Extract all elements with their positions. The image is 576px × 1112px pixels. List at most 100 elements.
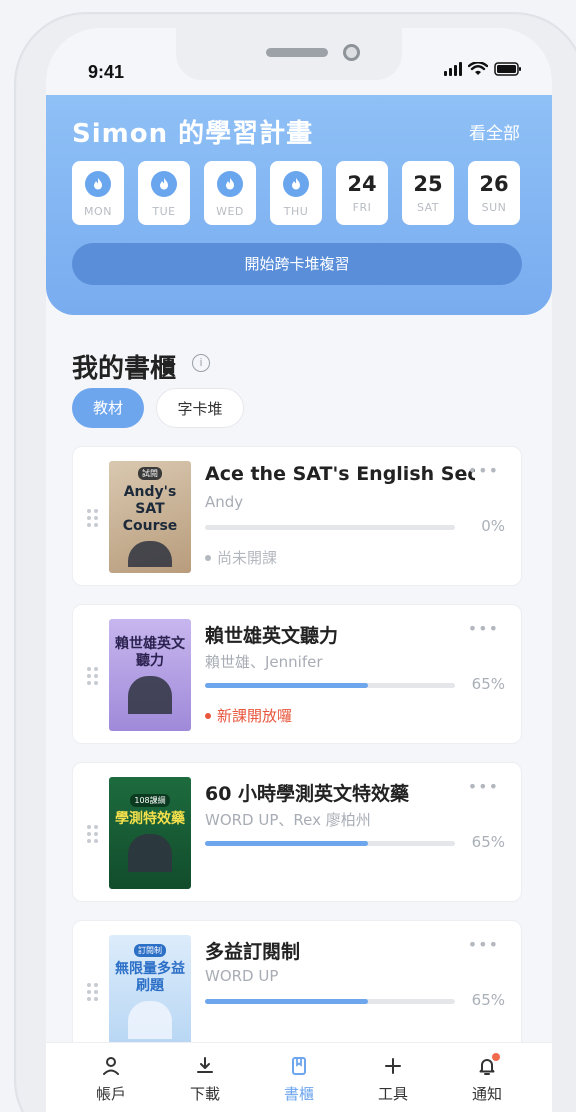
book-cover: 試閱 Andy's SAT Course [109, 461, 191, 573]
tab-textbooks[interactable]: 教材 [72, 388, 144, 428]
book-title: 多益訂閱制 [205, 941, 301, 963]
cover-photo [128, 541, 172, 567]
cover-badge: 訂閱制 [134, 943, 166, 957]
flame-icon [151, 171, 177, 197]
nav-item-bell[interactable]: 通知 [452, 1053, 522, 1112]
drag-handle-icon[interactable] [87, 667, 98, 685]
nav-label: 工具 [377, 1085, 408, 1103]
day-label: MON [84, 205, 112, 218]
day-label: THU [283, 205, 309, 218]
progress-fill [205, 999, 368, 1004]
nav-item-bookshelf[interactable]: 書櫃 [264, 1055, 334, 1112]
plus-icon [382, 1055, 404, 1077]
progress-percent: 65% [471, 991, 505, 1009]
more-options-icon[interactable]: ••• [468, 619, 499, 638]
status-time: 9:41 [88, 62, 125, 82]
nav-label: 通知 [471, 1085, 502, 1103]
book-card[interactable]: 試閱 Andy's SAT Course Ace the SAT's English… [72, 446, 522, 586]
cover-badge: 108課綱 [130, 794, 170, 807]
wifi-icon [468, 62, 488, 75]
cover-title: 學測特效藥 [115, 811, 185, 827]
day-date: 24 [347, 172, 377, 196]
camera-icon [343, 44, 360, 61]
progress-bar [205, 999, 455, 1004]
progress-fill [205, 841, 368, 846]
course-status: 新課開放囉 [205, 705, 292, 726]
user-icon [100, 1055, 122, 1077]
cover-photo [128, 1000, 172, 1039]
book-title: Ace the SAT's English Sec... [205, 463, 475, 485]
book-author: 賴世雄、Jennifer [205, 653, 323, 671]
book-cover: 賴世雄英文聽力 [109, 619, 191, 731]
book-title: 賴世雄英文聽力 [205, 625, 339, 647]
day-thu[interactable]: THU [270, 161, 322, 225]
day-sun[interactable]: 26 SUN [468, 161, 520, 225]
more-options-icon[interactable]: ••• [468, 461, 499, 480]
bottom-nav: 帳戶 下載 書櫃 工具 通知 [46, 1042, 552, 1112]
drag-handle-icon[interactable] [87, 509, 98, 527]
progress-bar [205, 683, 455, 688]
plan-title: Simon 的學習計畫 [72, 119, 314, 149]
bookshelf-title: 我的書櫃 [72, 354, 177, 384]
status-text: 尚未開課 [217, 549, 278, 567]
nav-item-download[interactable]: 下載 [170, 1055, 240, 1112]
book-cover: 108課綱學測特效藥 [109, 777, 191, 889]
day-fri[interactable]: 24 FRI [336, 161, 388, 225]
cover-title: Andy's SAT Course [122, 484, 178, 534]
progress-percent: 0% [481, 517, 505, 535]
bookshelf-icon [288, 1055, 310, 1077]
cover-title: 賴世雄英文聽力 [115, 636, 185, 669]
flame-icon [283, 171, 309, 197]
battery-icon [494, 62, 521, 76]
more-options-icon[interactable]: ••• [468, 935, 499, 954]
book-card[interactable]: 訂閱制無限量多益刷題 多益訂閱制 WORD UP ••• 65% [72, 920, 522, 1060]
book-author: WORD UP、Rex 廖柏州 [205, 811, 371, 829]
speaker-grille [266, 48, 328, 57]
nav-label: 下載 [189, 1085, 220, 1103]
day-label: TUE [152, 205, 176, 218]
see-all-link[interactable]: 看全部 [469, 119, 520, 144]
course-status: 尚未開課 [205, 547, 277, 568]
progress-bar [205, 525, 455, 530]
book-author: WORD UP [205, 967, 279, 985]
drag-handle-icon[interactable] [87, 983, 98, 1001]
nav-item-user[interactable]: 帳戶 [76, 1055, 146, 1112]
status-dot [205, 712, 211, 719]
start-review-button[interactable]: 開始跨卡堆複習 [72, 243, 522, 285]
day-sat[interactable]: 25 SAT [402, 161, 454, 225]
book-title: 60 小時學測英文特效藥 [205, 783, 410, 805]
flame-icon [85, 171, 111, 197]
book-card[interactable]: 108課綱學測特效藥 60 小時學測英文特效藥 WORD UP、Rex 廖柏州 •••… [72, 762, 522, 902]
day-label: FRI [352, 201, 372, 214]
status-text: 新課開放囉 [217, 707, 293, 725]
day-date: 25 [413, 172, 443, 196]
book-author: Andy [205, 493, 244, 511]
cover-title: 無限量多益刷題 [115, 960, 185, 994]
drag-handle-icon[interactable] [87, 825, 98, 843]
info-icon[interactable]: i [192, 354, 210, 372]
nav-label: 書櫃 [283, 1085, 314, 1103]
cover-photo [128, 676, 172, 714]
week-days: MON TUE WED THU 24 FRI 25 SAT 26 SUN [72, 161, 520, 225]
nav-item-plus[interactable]: 工具 [358, 1055, 428, 1112]
book-card[interactable]: 賴世雄英文聽力 賴世雄英文聽力 賴世雄、Jennifer ••• 65% 新課開放囉 [72, 604, 522, 744]
study-plan-card: Simon 的學習計畫 看全部 MON TUE WED THU 24 FRI 25 SAT 26… [46, 95, 552, 315]
book-cover: 訂閱制無限量多益刷題 [109, 935, 191, 1047]
tab-flashcards[interactable]: 字卡堆 [156, 388, 244, 428]
cover-badge: 試閱 [138, 467, 162, 480]
progress-percent: 65% [471, 833, 505, 851]
more-options-icon[interactable]: ••• [468, 777, 499, 796]
nav-label: 帳戶 [95, 1085, 126, 1103]
day-label: SAT [416, 201, 440, 214]
cover-photo [128, 834, 172, 872]
day-mon[interactable]: MON [72, 161, 124, 225]
download-icon [194, 1055, 216, 1077]
progress-bar [205, 841, 455, 846]
progress-fill [205, 683, 368, 688]
notification-badge [492, 1053, 500, 1061]
flame-icon [217, 171, 243, 197]
day-label: WED [216, 205, 244, 218]
status-dot [205, 554, 211, 561]
day-tue[interactable]: TUE [138, 161, 190, 225]
day-wed[interactable]: WED [204, 161, 256, 225]
